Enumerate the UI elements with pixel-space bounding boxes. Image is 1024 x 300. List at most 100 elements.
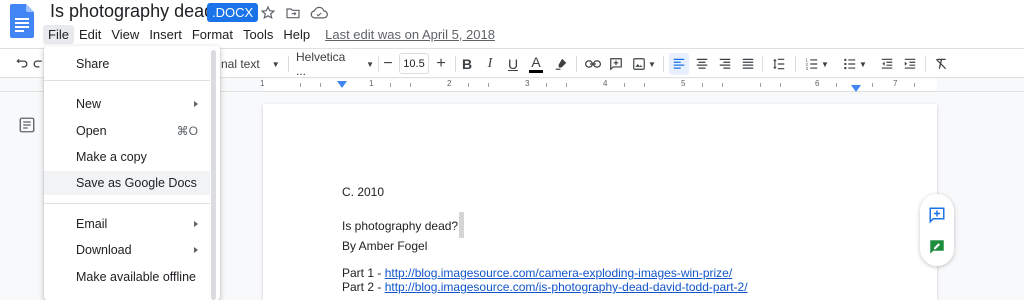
paragraph-style-dropdown[interactable]: nal text ▼	[221, 53, 281, 75]
file-menu-item-make-available-offline[interactable]: Make available offline	[44, 265, 210, 289]
toolbar-divider	[663, 56, 664, 72]
decrease-indent-icon[interactable]	[877, 53, 897, 75]
toolbar-divider	[288, 56, 289, 72]
paragraph-style-value: nal text	[221, 57, 260, 71]
ruler-tick	[760, 83, 761, 87]
chevron-down-icon: ▼	[859, 59, 867, 69]
underline-button[interactable]: U	[503, 53, 523, 75]
file-menu-item-label: Email	[76, 217, 108, 231]
menu-tools[interactable]: Tools	[238, 25, 278, 44]
ruler-tick	[488, 83, 489, 87]
doc-line-date[interactable]: C. 2010	[342, 185, 384, 199]
google-docs-logo-icon[interactable]	[10, 4, 34, 38]
file-menu-item-label: Share	[76, 57, 110, 71]
menu-view[interactable]: View	[106, 25, 144, 44]
ruler-number: 4	[603, 79, 608, 88]
menu-format[interactable]: Format	[187, 25, 238, 44]
submenu-arrow-icon	[194, 221, 198, 227]
doc-line-title[interactable]: Is photography dead?	[342, 212, 465, 238]
text-color-label: A	[531, 53, 541, 70]
decrease-font-size-button[interactable]: −	[378, 53, 398, 75]
file-menu-item-download[interactable]: Download	[44, 238, 210, 262]
file-menu-item-label: Open	[76, 124, 107, 138]
left-indent-marker[interactable]	[337, 81, 347, 88]
bold-button[interactable]: B	[457, 53, 477, 75]
clear-formatting-icon[interactable]	[931, 53, 951, 75]
menu-insert[interactable]: Insert	[144, 25, 187, 44]
document-page[interactable]: C. 2010 Is photography dead? By Amber Fo…	[263, 104, 937, 300]
cloud-status-icon[interactable]	[310, 4, 328, 22]
text-color-swatch	[529, 69, 543, 73]
file-menu-item-label: Make a copy	[76, 150, 147, 164]
toolbar-divider	[455, 56, 456, 72]
doc-line-part2: Part 2 - http://blog.imagesource.com/is-…	[342, 280, 748, 294]
add-comment-icon[interactable]	[928, 206, 946, 224]
docx-badge[interactable]: .DOCX	[207, 3, 259, 22]
insert-image-icon[interactable]: ▼	[630, 53, 658, 75]
ruler-number: 1	[260, 79, 265, 88]
file-menu-item-open[interactable]: Open ⌘O	[44, 119, 210, 143]
keyboard-shortcut: ⌘O	[176, 124, 198, 138]
file-menu-item-label: Make available offline	[76, 270, 196, 284]
undo-icon[interactable]	[11, 53, 31, 75]
ruler-tick	[546, 83, 547, 87]
align-right-icon[interactable]	[715, 53, 735, 75]
file-menu-dropdown: Share New Open ⌘O Make a copy Save as Go…	[44, 46, 220, 300]
menu-file[interactable]: File	[43, 24, 74, 44]
ruler-number: 1	[369, 79, 374, 88]
file-menu-item-save-as-google-docs[interactable]: Save as Google Docs	[44, 171, 210, 195]
part2-prefix: Part 2 -	[342, 280, 385, 294]
ruler-tick	[468, 83, 469, 87]
font-size-input[interactable]: 10.5	[399, 53, 429, 74]
insert-link-icon[interactable]	[583, 53, 603, 75]
add-comment-icon[interactable]	[606, 53, 626, 75]
italic-button[interactable]: I	[480, 53, 500, 75]
increase-indent-icon[interactable]	[900, 53, 920, 75]
ruler-tick	[390, 83, 391, 87]
svg-text:3: 3	[806, 66, 809, 71]
chevron-down-icon: ▼	[821, 59, 829, 69]
font-family-dropdown[interactable]: Helvetica ... ▼	[296, 50, 374, 78]
suggest-edits-icon[interactable]	[928, 238, 946, 256]
doc-title[interactable]: Is photography dead?	[50, 1, 224, 22]
justify-icon[interactable]	[738, 53, 758, 75]
text-color-button[interactable]: A	[526, 53, 546, 75]
menu-scrollbar[interactable]	[211, 50, 216, 300]
menu-bar: File Edit View Insert Format Tools Help …	[43, 24, 495, 44]
star-icon[interactable]	[259, 4, 277, 22]
text-cursor	[459, 212, 465, 238]
part2-link[interactable]: http://blog.imagesource.com/is-photograp…	[385, 280, 748, 294]
document-outline-icon[interactable]	[18, 116, 36, 134]
part1-link[interactable]: http://blog.imagesource.com/camera-explo…	[385, 266, 732, 280]
align-center-icon[interactable]	[692, 53, 712, 75]
ruler-tick	[410, 83, 411, 87]
toolbar-divider	[925, 56, 926, 72]
file-menu-item-new[interactable]: New	[44, 92, 210, 116]
last-edit-link[interactable]: Last edit was on April 5, 2018	[325, 27, 495, 42]
increase-font-size-button[interactable]: +	[431, 53, 451, 75]
menu-edit[interactable]: Edit	[74, 25, 106, 44]
file-menu-item-make-copy[interactable]: Make a copy	[44, 145, 210, 169]
ruler-number: 7	[893, 79, 898, 88]
numbered-list-icon[interactable]: 123 ▼	[802, 53, 832, 75]
ruler-number: 6	[815, 79, 820, 88]
line-spacing-icon[interactable]	[769, 53, 789, 75]
ruler-tick	[566, 83, 567, 87]
ruler-number: 2	[447, 79, 452, 88]
submenu-arrow-icon	[194, 101, 198, 107]
highlight-color-icon[interactable]	[551, 53, 571, 75]
right-indent-marker[interactable]	[851, 85, 861, 92]
toolbar-divider	[795, 56, 796, 72]
ruler-tick	[836, 83, 837, 87]
file-menu-item-share[interactable]: Share	[44, 52, 210, 76]
doc-title-text: Is photography dead?	[342, 219, 459, 233]
menu-help[interactable]: Help	[278, 25, 315, 44]
bulleted-list-icon[interactable]: ▼	[840, 53, 870, 75]
ruler-number: 3	[525, 79, 530, 88]
file-menu-item-email[interactable]: Email	[44, 212, 210, 236]
ruler-tick	[320, 83, 321, 87]
ruler-tick	[300, 83, 301, 87]
move-to-folder-icon[interactable]	[284, 4, 302, 22]
align-left-icon[interactable]	[669, 53, 689, 75]
doc-line-author[interactable]: By Amber Fogel	[342, 239, 427, 253]
